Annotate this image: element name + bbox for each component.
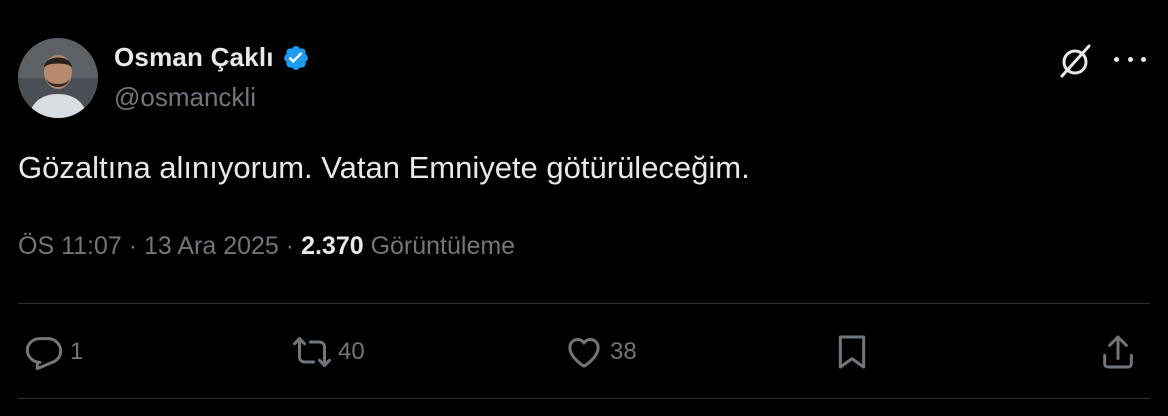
author-name-row: Osman Çaklı	[114, 42, 310, 73]
tweet-meta: ÖS 11:07 · 13 Ara 2025 · 2.370 Görüntüle…	[18, 232, 515, 261]
share-icon	[1103, 335, 1133, 369]
author-display-name[interactable]: Osman Çaklı	[114, 42, 274, 73]
tweet-text: Gözaltına alınıyorum. Vatan Emniyete göt…	[18, 150, 750, 185]
bookmark-button[interactable]	[832, 332, 872, 372]
more-dot	[1141, 56, 1146, 62]
tweet-time[interactable]: ÖS 11:07	[18, 232, 122, 260]
reply-button[interactable]: 1	[24, 332, 83, 372]
reply-count: 1	[70, 338, 84, 365]
more-options-icon[interactable]	[1114, 52, 1146, 66]
repost-count: 40	[338, 338, 365, 365]
verified-badge-icon[interactable]	[282, 44, 310, 72]
grok-icon[interactable]	[1056, 42, 1094, 80]
reply-icon	[25, 337, 63, 371]
divider	[18, 398, 1150, 399]
views-label: Görüntüleme	[363, 232, 516, 260]
like-button[interactable]: 38	[564, 332, 637, 372]
more-dot	[1127, 56, 1133, 62]
avatar[interactable]	[18, 38, 98, 118]
bookmark-icon	[838, 335, 866, 369]
heart-icon	[568, 338, 600, 368]
more-dot	[1114, 56, 1119, 62]
share-button[interactable]	[1098, 332, 1138, 372]
tweet-date[interactable]: 13 Ara 2025	[144, 232, 279, 260]
author-handle[interactable]: @osmanckli	[114, 82, 256, 113]
repost-button[interactable]: 40	[292, 332, 365, 372]
like-count: 38	[610, 338, 637, 365]
meta-separator: ·	[121, 232, 144, 260]
views-count[interactable]: 2.370	[301, 232, 364, 260]
divider	[18, 303, 1150, 304]
repost-icon	[293, 337, 331, 367]
meta-separator: ·	[278, 232, 302, 260]
